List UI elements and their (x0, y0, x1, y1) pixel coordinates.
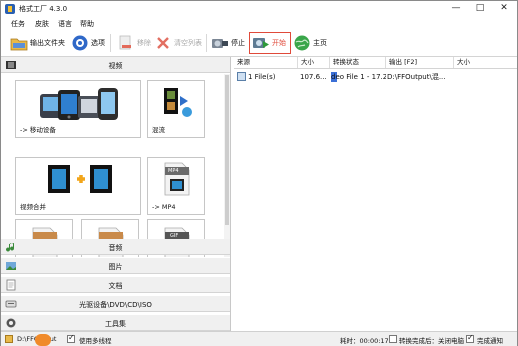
title-bar: 格式工厂 4.3.0 — □ ✕ (1, 1, 517, 17)
stop-icon (211, 34, 229, 52)
bird-logo-icon (35, 334, 51, 346)
video-join-icon (48, 165, 112, 193)
tile-mp4[interactable]: MP4 -> MP4 (147, 157, 205, 215)
mux-icon (164, 88, 192, 117)
output-folder-button[interactable]: 输出文件夹 (10, 32, 65, 54)
row-size: 107.6... (300, 73, 327, 81)
category-document[interactable]: 文档 (1, 277, 230, 293)
menu-skin[interactable]: 皮肤 (35, 19, 49, 29)
tiles-scrollbar[interactable] (224, 74, 230, 257)
menu-help[interactable]: 帮助 (80, 19, 94, 29)
category-video-header[interactable]: 视频 (1, 57, 230, 73)
tile-video-join[interactable]: 视频合并 (15, 157, 141, 215)
menu-task[interactable]: 任务 (11, 19, 25, 29)
minimize-button[interactable]: — (445, 2, 467, 15)
notify-label: 完成通知 (477, 337, 503, 345)
row-output: D:\FFOutput\混... (387, 73, 446, 81)
after-convert-label: 转换完成后：关闭电脑 (399, 337, 464, 345)
start-button[interactable]: 开始 (249, 32, 291, 54)
folder-icon (5, 335, 13, 343)
category-utilities[interactable]: 工具集 (1, 315, 230, 331)
start-icon (252, 34, 270, 52)
mp4-badge: MP4 (168, 168, 179, 174)
video-tiles: -> 移动设备 混流 视频合并 MP4 -> MP4 GIF (1, 74, 230, 257)
toolbar: 输出文件夹 选项 移除 清空列表 停止 开始 主页 (1, 30, 517, 57)
app-logo-icon (5, 4, 15, 14)
remove-button[interactable]: 移除 (117, 32, 151, 54)
after-convert-checkbox[interactable] (389, 335, 397, 343)
clear-list-button[interactable]: 清空列表 (154, 32, 202, 54)
home-button[interactable]: 主页 (293, 32, 327, 54)
stop-button[interactable]: 停止 (211, 32, 245, 54)
file-icon (237, 72, 246, 81)
column-status[interactable]: 转换状态 (330, 57, 386, 68)
column-output-size[interactable]: 大小 (454, 57, 517, 68)
status-bar: D:\FFOutput 使用多线程 耗时：00:00:17 转换完成后：关闭电脑… (1, 331, 517, 346)
toolbar-separator (110, 34, 111, 52)
menu-bar: 任务 皮肤 语言 帮助 (1, 17, 517, 30)
notify-checkbox[interactable] (466, 333, 474, 343)
category-panel: 视频 -> 移动设备 混流 视频合并 MP4 -> MP4 GIF 音频 图片 … (1, 57, 231, 331)
home-globe-icon (293, 34, 311, 52)
task-list-header: 来源 大小 转换状态 输出 [F2] 大小 (234, 57, 517, 69)
options-icon (71, 34, 89, 52)
maximize-button[interactable]: □ (469, 2, 491, 15)
toolbar-separator (206, 34, 207, 52)
elapsed-time: 耗时：00:00:17 (340, 337, 389, 345)
tile-caption: 视频合并 (20, 203, 46, 211)
category-picture[interactable]: 图片 (1, 258, 230, 274)
row-status: deo File 1 - 17.2 (331, 73, 386, 81)
folder-icon (10, 34, 28, 52)
close-button[interactable]: ✕ (493, 2, 515, 15)
scrollbar-thumb[interactable] (225, 75, 229, 225)
row-output-size (455, 72, 515, 82)
tile-mobile-devices[interactable]: -> 移动设备 (15, 80, 141, 138)
app-window: 格式工厂 4.3.0 — □ ✕ 任务 皮肤 语言 帮助 输出文件夹 选项 移除… (0, 0, 518, 346)
category-audio[interactable]: 音频 (1, 239, 230, 255)
column-source[interactable]: 来源 (234, 57, 298, 68)
category-rom-device[interactable]: 光驱设备\DVD\CD\ISO (1, 296, 230, 312)
tile-caption: 混流 (152, 126, 165, 134)
remove-icon (117, 34, 135, 52)
tile-mux[interactable]: 混流 (147, 80, 205, 138)
tile-caption: -> 移动设备 (20, 126, 56, 134)
multithread-checkbox[interactable] (67, 333, 75, 343)
multithread-label: 使用多线程 (79, 337, 112, 345)
row-source: 1 File(s) (248, 73, 276, 81)
column-size[interactable]: 大小 (298, 57, 330, 68)
options-button[interactable]: 选项 (71, 32, 105, 54)
mp4-icon (164, 162, 190, 196)
task-list: 来源 大小 转换状态 输出 [F2] 大小 1 File(s) 107.6...… (234, 57, 517, 331)
tile-caption: -> MP4 (152, 203, 176, 211)
window-title: 格式工厂 4.3.0 (19, 5, 68, 13)
menu-language[interactable]: 语言 (58, 19, 72, 29)
column-output[interactable]: 输出 [F2] (386, 57, 454, 68)
mobile-devices-icon (40, 88, 118, 120)
clear-icon (154, 34, 172, 52)
